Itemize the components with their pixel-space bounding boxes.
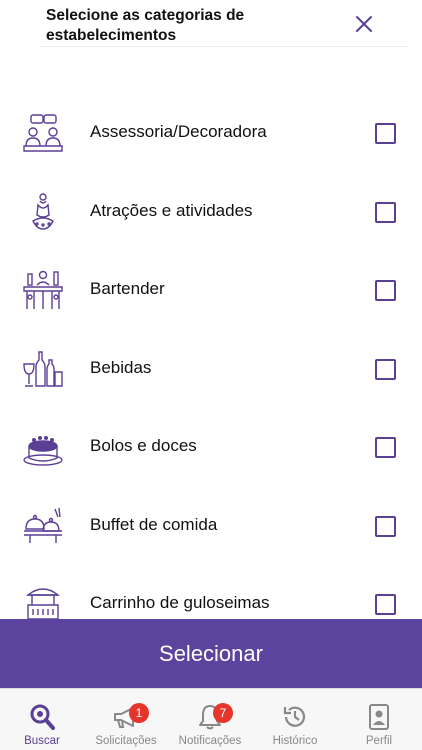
modal-title: Selecione as categorias de estabelecimen… (46, 7, 245, 44)
search-icon (30, 704, 55, 730)
tab-label: Histórico (272, 735, 318, 747)
category-checkbox[interactable] (375, 123, 396, 144)
select-button[interactable]: Selecionar (0, 619, 422, 688)
advisory-meeting-icon (23, 114, 63, 152)
candy-cart-icon (26, 588, 60, 619)
tab-perfil[interactable]: Perfil (337, 689, 421, 750)
tab-notificacoes[interactable]: 7 Notificações (168, 689, 252, 750)
tab-solicitacoes[interactable]: 1 Solicitações (84, 689, 168, 750)
category-checkbox[interactable] (375, 280, 396, 301)
category-list[interactable]: Assessoria/Decoradora Atrações e ativida… (0, 47, 422, 619)
close-icon[interactable] (352, 12, 376, 36)
profile-card-icon (369, 704, 389, 730)
category-checkbox[interactable] (375, 516, 396, 537)
notification-badge: 7 (213, 703, 233, 723)
category-row-bartender[interactable]: Bartender (0, 257, 422, 335)
category-row-atracoes[interactable]: Atrações e atividades (0, 179, 422, 257)
category-label: Atrações e atividades (90, 201, 253, 220)
cake-icon (23, 435, 63, 466)
tab-label: Notificações (178, 735, 242, 747)
history-icon (283, 706, 306, 727)
category-checkbox[interactable] (375, 359, 396, 380)
category-row-bebidas[interactable]: Bebidas (0, 336, 422, 414)
category-row-carrinho[interactable]: Carrinho de guloseimas (0, 571, 422, 619)
category-row-bolos[interactable]: Bolos e doces (0, 414, 422, 492)
category-row-buffet[interactable]: Buffet de comida (0, 493, 422, 571)
category-label: Buffet de comida (90, 515, 218, 534)
tab-label: Perfil (365, 735, 393, 747)
category-label: Carrinho de guloseimas (90, 593, 270, 612)
tab-bar: Buscar 1 Solicitações 7 Notificações His… (0, 688, 422, 750)
category-label: Bartender (90, 279, 165, 298)
modal-header: Selecione as categorias de estabelecimen… (0, 0, 422, 47)
attractions-figure-icon (32, 193, 54, 230)
notification-badge: 1 (129, 703, 149, 723)
category-row-assessoria[interactable]: Assessoria/Decoradora (0, 100, 422, 178)
category-label: Bolos e doces (90, 436, 197, 455)
tab-label: Solicitações (95, 735, 157, 747)
category-label: Assessoria/Decoradora (90, 122, 267, 141)
buffet-food-icon (24, 507, 62, 543)
tab-buscar[interactable]: Buscar (0, 689, 84, 750)
drinks-bottles-icon (23, 351, 63, 387)
tab-historico[interactable]: Histórico (253, 689, 337, 750)
tab-label: Buscar (24, 735, 60, 747)
category-checkbox[interactable] (375, 594, 396, 615)
category-checkbox[interactable] (375, 437, 396, 458)
category-checkbox[interactable] (375, 202, 396, 223)
bartender-bar-icon (23, 270, 63, 309)
category-label: Bebidas (90, 358, 152, 377)
